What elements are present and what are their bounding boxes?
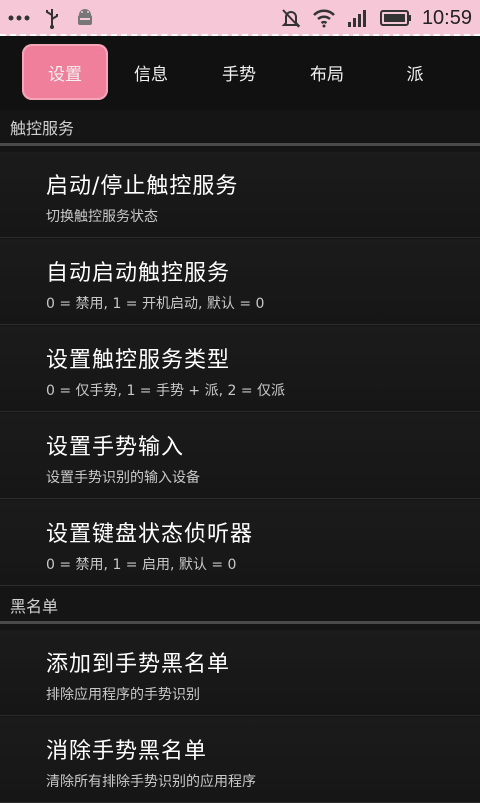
pref-clear-gesture-blacklist[interactable]: 消除手势黑名单 清除所有排除手势识别的应用程序 (0, 717, 480, 803)
usb-icon (44, 7, 60, 29)
pref-title: 添加到手势黑名单 (46, 652, 231, 677)
status-bar: 10:59 (0, 0, 480, 36)
pref-touch-service-type[interactable]: 设置触控服务类型 0 = 仅手势, 1 = 手势 + 派, 2 = 仅派 (0, 326, 480, 412)
pref-title: 设置触控服务类型 (46, 348, 231, 373)
pref-summary: 设置手势识别的输入设备 (46, 470, 200, 486)
tab-layout[interactable]: 布局 (284, 44, 370, 100)
signal-icon (346, 8, 370, 28)
pref-autostart-touch-service[interactable]: 自动启动触控服务 0 = 禁用, 1 = 开机启动, 默认 = 0 (0, 239, 480, 325)
pref-summary: 排除应用程序的手势识别 (46, 687, 200, 703)
tab-pie[interactable]: 派 (372, 44, 458, 100)
tab-settings[interactable]: 设置 (22, 44, 108, 100)
pref-title: 设置键盘状态侦听器 (46, 522, 254, 547)
pref-toggle-touch-service[interactable]: 启动/停止触控服务 切换触控服务状态 (0, 152, 480, 238)
pref-summary: 切换触控服务状态 (46, 209, 158, 225)
muted-bell-icon (280, 7, 302, 29)
android-debug-icon (74, 7, 96, 29)
status-time: 10:59 (421, 6, 472, 29)
pref-keyboard-state-listener[interactable]: 设置键盘状态侦听器 0 = 禁用, 1 = 启用, 默认 = 0 (0, 500, 480, 586)
status-bar-left (8, 6, 96, 30)
section-header-blacklist: 黑名单 (0, 590, 480, 624)
battery-icon (379, 9, 412, 27)
section-header-touch-service: 触控服务 (0, 112, 480, 146)
tab-gestures[interactable]: 手势 (196, 44, 282, 100)
tab-bar: 设置 信息 手势 布局 派 (0, 36, 480, 110)
pref-title: 自动启动触控服务 (46, 261, 231, 286)
pref-summary: 0 = 禁用, 1 = 启用, 默认 = 0 (46, 557, 237, 573)
pref-summary: 0 = 禁用, 1 = 开机启动, 默认 = 0 (46, 296, 265, 312)
wifi-icon (312, 8, 336, 28)
pref-summary: 0 = 仅手势, 1 = 手势 + 派, 2 = 仅派 (46, 383, 286, 399)
pref-add-to-gesture-blacklist[interactable]: 添加到手势黑名单 排除应用程序的手势识别 (0, 630, 480, 716)
pref-title: 设置手势输入 (46, 435, 185, 460)
pref-gesture-input[interactable]: 设置手势输入 设置手势识别的输入设备 (0, 413, 480, 499)
status-bar-right: 10:59 (280, 6, 472, 30)
pref-summary: 清除所有排除手势识别的应用程序 (46, 774, 256, 790)
tab-info[interactable]: 信息 (108, 44, 194, 100)
pref-title: 消除手势黑名单 (46, 739, 208, 764)
pref-title: 启动/停止触控服务 (46, 174, 239, 199)
more-dots-icon (8, 14, 30, 22)
